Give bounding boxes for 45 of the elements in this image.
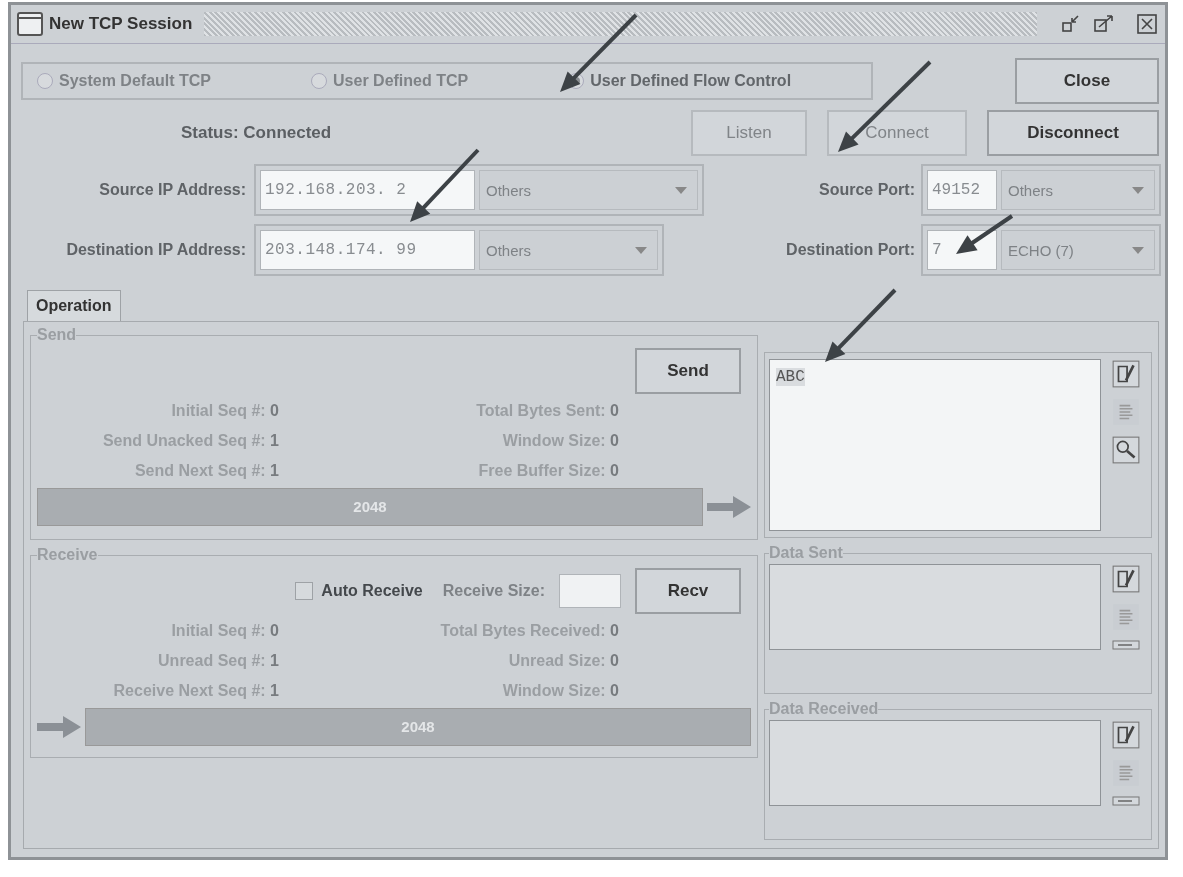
edit-icon[interactable] [1111, 720, 1141, 750]
window-title: New TCP Session [49, 14, 193, 34]
caret-icon [635, 246, 647, 254]
bar-value: 2048 [352, 498, 388, 515]
radio-button[interactable]: User Defined TCP [311, 72, 469, 90]
window-icon [17, 12, 43, 36]
data-text-area[interactable] [769, 564, 1101, 650]
bar-value: 2048 [400, 718, 436, 735]
ip-address-field[interactable]: 203.148.174. 99 [260, 230, 475, 270]
data-text-area[interactable] [769, 720, 1101, 806]
connection-button[interactable]: Disconnect [987, 110, 1159, 156]
port-field[interactable]: 49152 [927, 170, 997, 210]
ip-address-field[interactable]: 192.168.203. 2 [260, 170, 475, 210]
text-value: ABC [776, 368, 805, 386]
close-button[interactable]: Close [1015, 58, 1159, 104]
send-text-area[interactable]: ABC [769, 359, 1101, 531]
protocol-dropdown[interactable]: Others [479, 170, 698, 210]
caret-icon [1132, 246, 1144, 254]
radio-button[interactable]: System Default TCP [37, 72, 212, 90]
caret-icon [1132, 186, 1144, 194]
port-field[interactable]: 7 [927, 230, 997, 270]
receive-size-field[interactable] [559, 574, 621, 608]
caret-icon [675, 186, 687, 194]
lines-icon[interactable] [1111, 640, 1141, 650]
service-dropdown[interactable]: ECHO (7) [1001, 230, 1155, 270]
field-label: Source IP Address: [98, 181, 247, 199]
edit-icon[interactable] [1111, 564, 1141, 594]
field-label: Destination IP Address: [65, 241, 247, 259]
field-label: Source Port: [819, 181, 916, 199]
search-icon[interactable] [1111, 435, 1141, 465]
field-label: Receive Size: [442, 582, 545, 600]
tab[interactable]: Operation [27, 290, 121, 321]
service-dropdown[interactable]: Others [1001, 170, 1155, 210]
protocol-dropdown[interactable]: Others [479, 230, 658, 270]
close-icon[interactable] [1137, 14, 1157, 34]
send-button[interactable]: Send [635, 348, 741, 394]
field-label: Destination Port: [786, 241, 916, 259]
edit-icon[interactable] [1111, 359, 1141, 389]
right-arrow-icon [37, 716, 81, 738]
auto-receive-checkbox[interactable]: Auto Receive [295, 582, 423, 600]
lines-icon[interactable] [1111, 796, 1141, 806]
right-arrow-icon [707, 496, 751, 518]
recv-button[interactable]: Recv [635, 568, 741, 614]
status-text: Status: Connected [181, 123, 332, 143]
maximize-icon[interactable] [1093, 14, 1115, 34]
